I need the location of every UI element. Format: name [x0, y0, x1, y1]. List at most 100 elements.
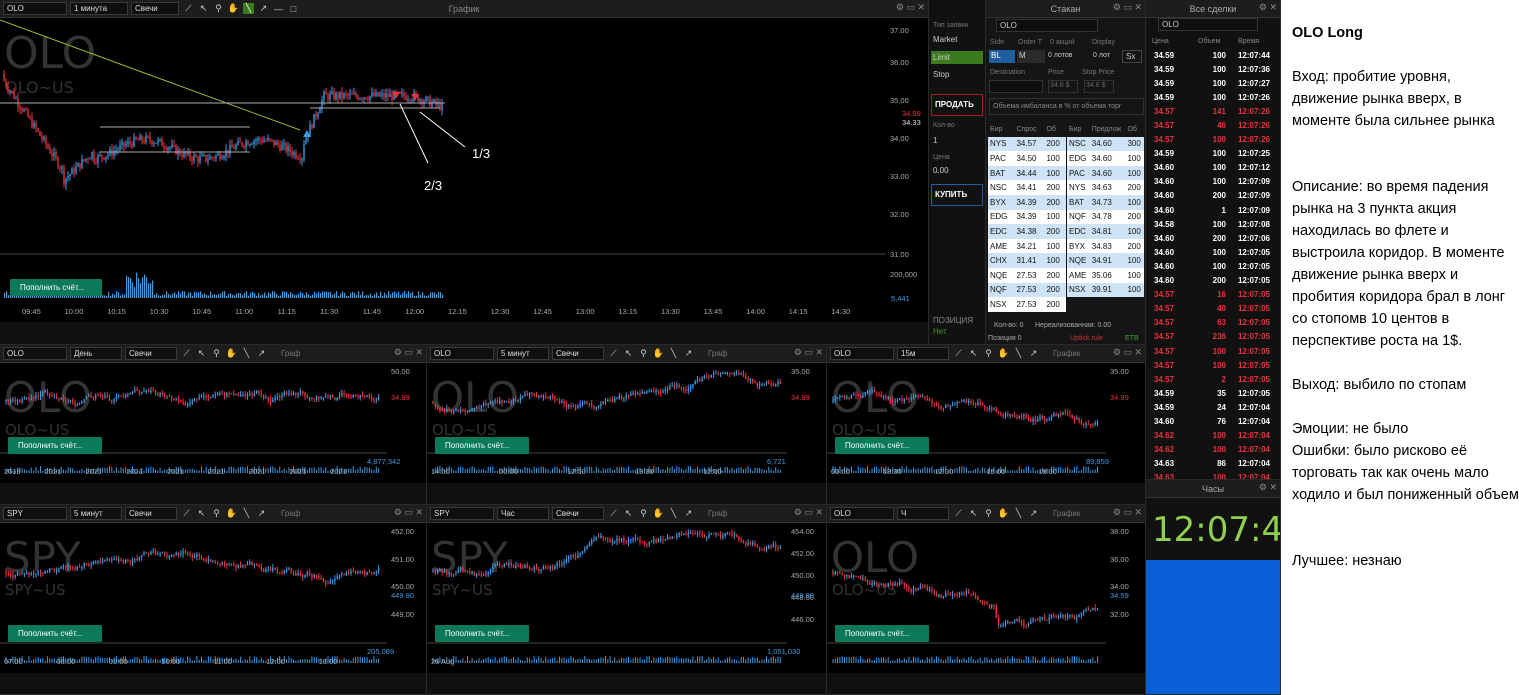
deposit-button[interactable]: Пополнить счёт...: [435, 437, 529, 454]
deposit-button[interactable]: Пополнить счёт...: [835, 625, 929, 642]
time-tick: 00:00: [499, 467, 518, 476]
volume-bar: [272, 291, 274, 298]
candle-body: [189, 402, 191, 405]
candle-body: [219, 393, 221, 395]
bid-row[interactable]: EDG 34.39 100: [988, 209, 1066, 225]
volume-bar: [33, 659, 35, 663]
candle-body: [124, 560, 127, 563]
navigator-bar[interactable]: [427, 673, 826, 694]
time-sales-symbol[interactable]: OLO: [1158, 18, 1258, 31]
settings-icon[interactable]: ⚙ ✕: [1259, 482, 1277, 493]
volume-bar: [938, 657, 940, 663]
display-input[interactable]: 0 лот: [1093, 52, 1110, 59]
candle-body: [984, 601, 986, 603]
bid-row[interactable]: NSC 34.41 200: [988, 180, 1066, 195]
deposit-button[interactable]: Пополнить счёт...: [435, 625, 529, 642]
candle-body: [373, 572, 375, 574]
buy-button[interactable]: КУПИТЬ: [931, 184, 983, 206]
candle-body: [212, 395, 214, 398]
volume-bar: [118, 292, 120, 298]
candle-body: [53, 396, 55, 398]
price-input[interactable]: 0.00: [933, 166, 949, 175]
candle-body: [145, 552, 147, 554]
deposit-button[interactable]: Пополнить счёт...: [10, 279, 102, 296]
candle-body: [871, 389, 873, 392]
candle-body: [1078, 614, 1080, 618]
candle-body: [620, 538, 623, 542]
candle-body: [724, 533, 726, 537]
destination-select[interactable]: [989, 80, 1043, 93]
order-type-market[interactable]: Market: [933, 35, 957, 44]
ask-row[interactable]: EDG 34.60 100: [1067, 151, 1144, 166]
bid-row[interactable]: EDC 34.38 200: [988, 224, 1066, 239]
order-type-stop[interactable]: Stop: [933, 70, 949, 79]
deposit-button[interactable]: Пополнить счёт...: [835, 437, 929, 454]
candle-body: [9, 574, 12, 576]
bid-row[interactable]: AME 34.21 100: [988, 238, 1066, 254]
candle-body: [1030, 419, 1032, 422]
bid-price-label: 34.59: [902, 109, 921, 118]
candle-body: [623, 397, 625, 399]
bid-row[interactable]: BAT 34.44 100: [988, 165, 1066, 181]
volume-bar: [901, 659, 903, 663]
candle-body: [200, 396, 203, 398]
candle-body: [30, 397, 32, 400]
ask-row[interactable]: NSX 39.91 100: [1067, 282, 1144, 298]
candle-body: [113, 398, 115, 402]
candle-body: [247, 141, 249, 146]
candle-body: [768, 381, 770, 384]
volume-bar: [180, 657, 182, 663]
qty-input[interactable]: 1: [933, 136, 937, 145]
ask-row[interactable]: NYS 34.63 200: [1067, 180, 1144, 195]
settings-icon[interactable]: ⚙ ✕: [1259, 2, 1277, 13]
bid-row[interactable]: BYX 34.39 200: [988, 194, 1066, 210]
level2-symbol[interactable]: OLO: [996, 19, 1098, 32]
ask-row[interactable]: EDC 34.81 100: [1067, 224, 1144, 239]
candle-body: [95, 395, 97, 398]
order-type-select[interactable]: M: [1017, 50, 1045, 63]
navigator-bar[interactable]: [827, 483, 1145, 504]
volume-bar: [37, 470, 39, 473]
navigator-bar[interactable]: [0, 483, 426, 504]
navigator-bar[interactable]: [0, 322, 928, 344]
sx-button[interactable]: Sx: [1122, 50, 1142, 63]
candle-body: [195, 155, 197, 158]
navigator-bar[interactable]: [427, 483, 826, 504]
ask-row[interactable]: NSC 34.60 300: [1067, 136, 1144, 152]
bid-row[interactable]: CHX 31.41 100: [988, 253, 1066, 268]
bid-row[interactable]: NYS 34.57 200: [988, 136, 1066, 152]
ask-row[interactable]: NQF 34.78 200: [1067, 209, 1144, 225]
ask-row[interactable]: NQE 34.91 100: [1067, 253, 1144, 268]
candle-body: [446, 571, 448, 575]
candle-body: [646, 543, 648, 545]
candle-body: [338, 575, 341, 577]
settings-icon[interactable]: ⚙ ▭ ✕: [1113, 2, 1142, 13]
bid-row[interactable]: NQF 27.53 200: [988, 282, 1066, 298]
deposit-button[interactable]: Пополнить счёт...: [8, 625, 102, 642]
navigator-bar[interactable]: [0, 673, 426, 694]
ask-row[interactable]: BYX 34.83 200: [1067, 238, 1144, 254]
volume-bar: [348, 659, 350, 663]
ask-row[interactable]: AME 35.06 100: [1067, 267, 1144, 283]
lots-input[interactable]: 0 лотов: [1048, 52, 1072, 59]
order-type-limit[interactable]: Limit: [931, 51, 983, 64]
imbalance-input[interactable]: Объема имбаланса в % от объема торг: [989, 98, 1144, 115]
navigator-bar[interactable]: [827, 673, 1145, 694]
deposit-button[interactable]: Пополнить счёт...: [8, 437, 102, 454]
price-input[interactable]: 34.6 $: [1048, 80, 1078, 93]
bid-row[interactable]: NQE 27.53 200: [988, 267, 1066, 283]
volume-bar: [235, 469, 237, 473]
bid-row[interactable]: NSX 27.53 200: [988, 297, 1066, 312]
sell-button[interactable]: ПРОДАТЬ: [931, 94, 983, 116]
ask-row[interactable]: BAT 34.73 100: [1067, 194, 1144, 210]
stop-price-input[interactable]: 34.6 $: [1084, 80, 1114, 93]
ask-row[interactable]: PAC 34.60 100: [1067, 165, 1144, 181]
volume-bar: [392, 292, 394, 298]
candle-body: [731, 373, 733, 375]
candle-body: [749, 542, 752, 545]
candle-body: [1030, 621, 1032, 624]
side-select[interactable]: BL: [989, 50, 1015, 63]
bid-row[interactable]: PAC 34.50 100: [988, 151, 1066, 166]
volume-bar: [1011, 470, 1013, 473]
candle-body: [3, 73, 5, 81]
